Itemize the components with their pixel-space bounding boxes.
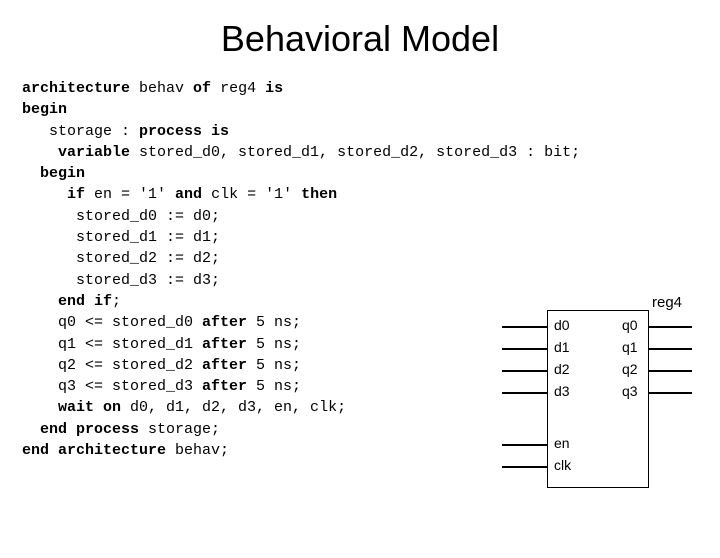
t: storage; (139, 421, 220, 438)
kw: process is (139, 123, 229, 140)
t: d0, d1, d2, d3, en, clk; (121, 399, 346, 416)
kw: then (301, 186, 337, 203)
t: ; (112, 293, 121, 310)
t (22, 293, 58, 310)
pin-q1: q1 (622, 339, 638, 355)
t (22, 144, 58, 161)
t: reg4 (211, 80, 265, 97)
pin-d2: d2 (554, 361, 570, 377)
t: stored_d1 := d1; (22, 229, 220, 246)
wire-d3 (502, 392, 547, 394)
block-diagram: reg4 d0 d1 d2 d3 en clk q0 q1 q2 q3 (502, 298, 692, 488)
wire-d2 (502, 370, 547, 372)
t: stored_d2 := d2; (22, 250, 220, 267)
page-title: Behavioral Model (0, 18, 720, 60)
kw: of (193, 80, 211, 97)
kw: is (265, 80, 283, 97)
pin-q2: q2 (622, 361, 638, 377)
pin-d3: d3 (554, 383, 570, 399)
t (22, 421, 40, 438)
pin-d0: d0 (554, 317, 570, 333)
t: 5 ns; (247, 357, 301, 374)
pin-q3: q3 (622, 383, 638, 399)
pin-d1: d1 (554, 339, 570, 355)
kw: end architecture (22, 442, 166, 459)
t: behav (130, 80, 193, 97)
kw: architecture (22, 80, 130, 97)
kw: begin (40, 165, 85, 182)
t: en = '1' (85, 186, 175, 203)
t (22, 186, 67, 203)
kw: wait on (58, 399, 121, 416)
t (22, 165, 40, 182)
pin-q0: q0 (622, 317, 638, 333)
t: stored_d3 := d3; (22, 272, 220, 289)
t: 5 ns; (247, 314, 301, 331)
wire-q3 (648, 392, 692, 394)
kw: variable (58, 144, 130, 161)
wire-clk (502, 466, 547, 468)
wire-d1 (502, 348, 547, 350)
t: q0 <= stored_d0 (22, 314, 202, 331)
t: q1 <= stored_d1 (22, 336, 202, 353)
pin-en: en (554, 435, 570, 451)
wire-en (502, 444, 547, 446)
t: stored_d0 := d0; (22, 208, 220, 225)
t: q3 <= stored_d3 (22, 378, 202, 395)
wire-d0 (502, 326, 547, 328)
kw: after (202, 357, 247, 374)
t: storage : (22, 123, 139, 140)
kw: begin (22, 101, 67, 118)
kw: if (67, 186, 85, 203)
kw: after (202, 378, 247, 395)
pin-clk: clk (554, 457, 571, 473)
reg4-label: reg4 (652, 294, 682, 311)
t: stored_d0, stored_d1, stored_d2, stored_… (130, 144, 580, 161)
wire-q2 (648, 370, 692, 372)
t: q2 <= stored_d2 (22, 357, 202, 374)
t: 5 ns; (247, 378, 301, 395)
t (22, 399, 58, 416)
t: clk = '1' (202, 186, 301, 203)
wire-q1 (648, 348, 692, 350)
kw: end if (58, 293, 112, 310)
wire-q0 (648, 326, 692, 328)
kw: after (202, 336, 247, 353)
kw: after (202, 314, 247, 331)
kw: and (175, 186, 202, 203)
t: behav; (166, 442, 229, 459)
kw: end process (40, 421, 139, 438)
t: 5 ns; (247, 336, 301, 353)
